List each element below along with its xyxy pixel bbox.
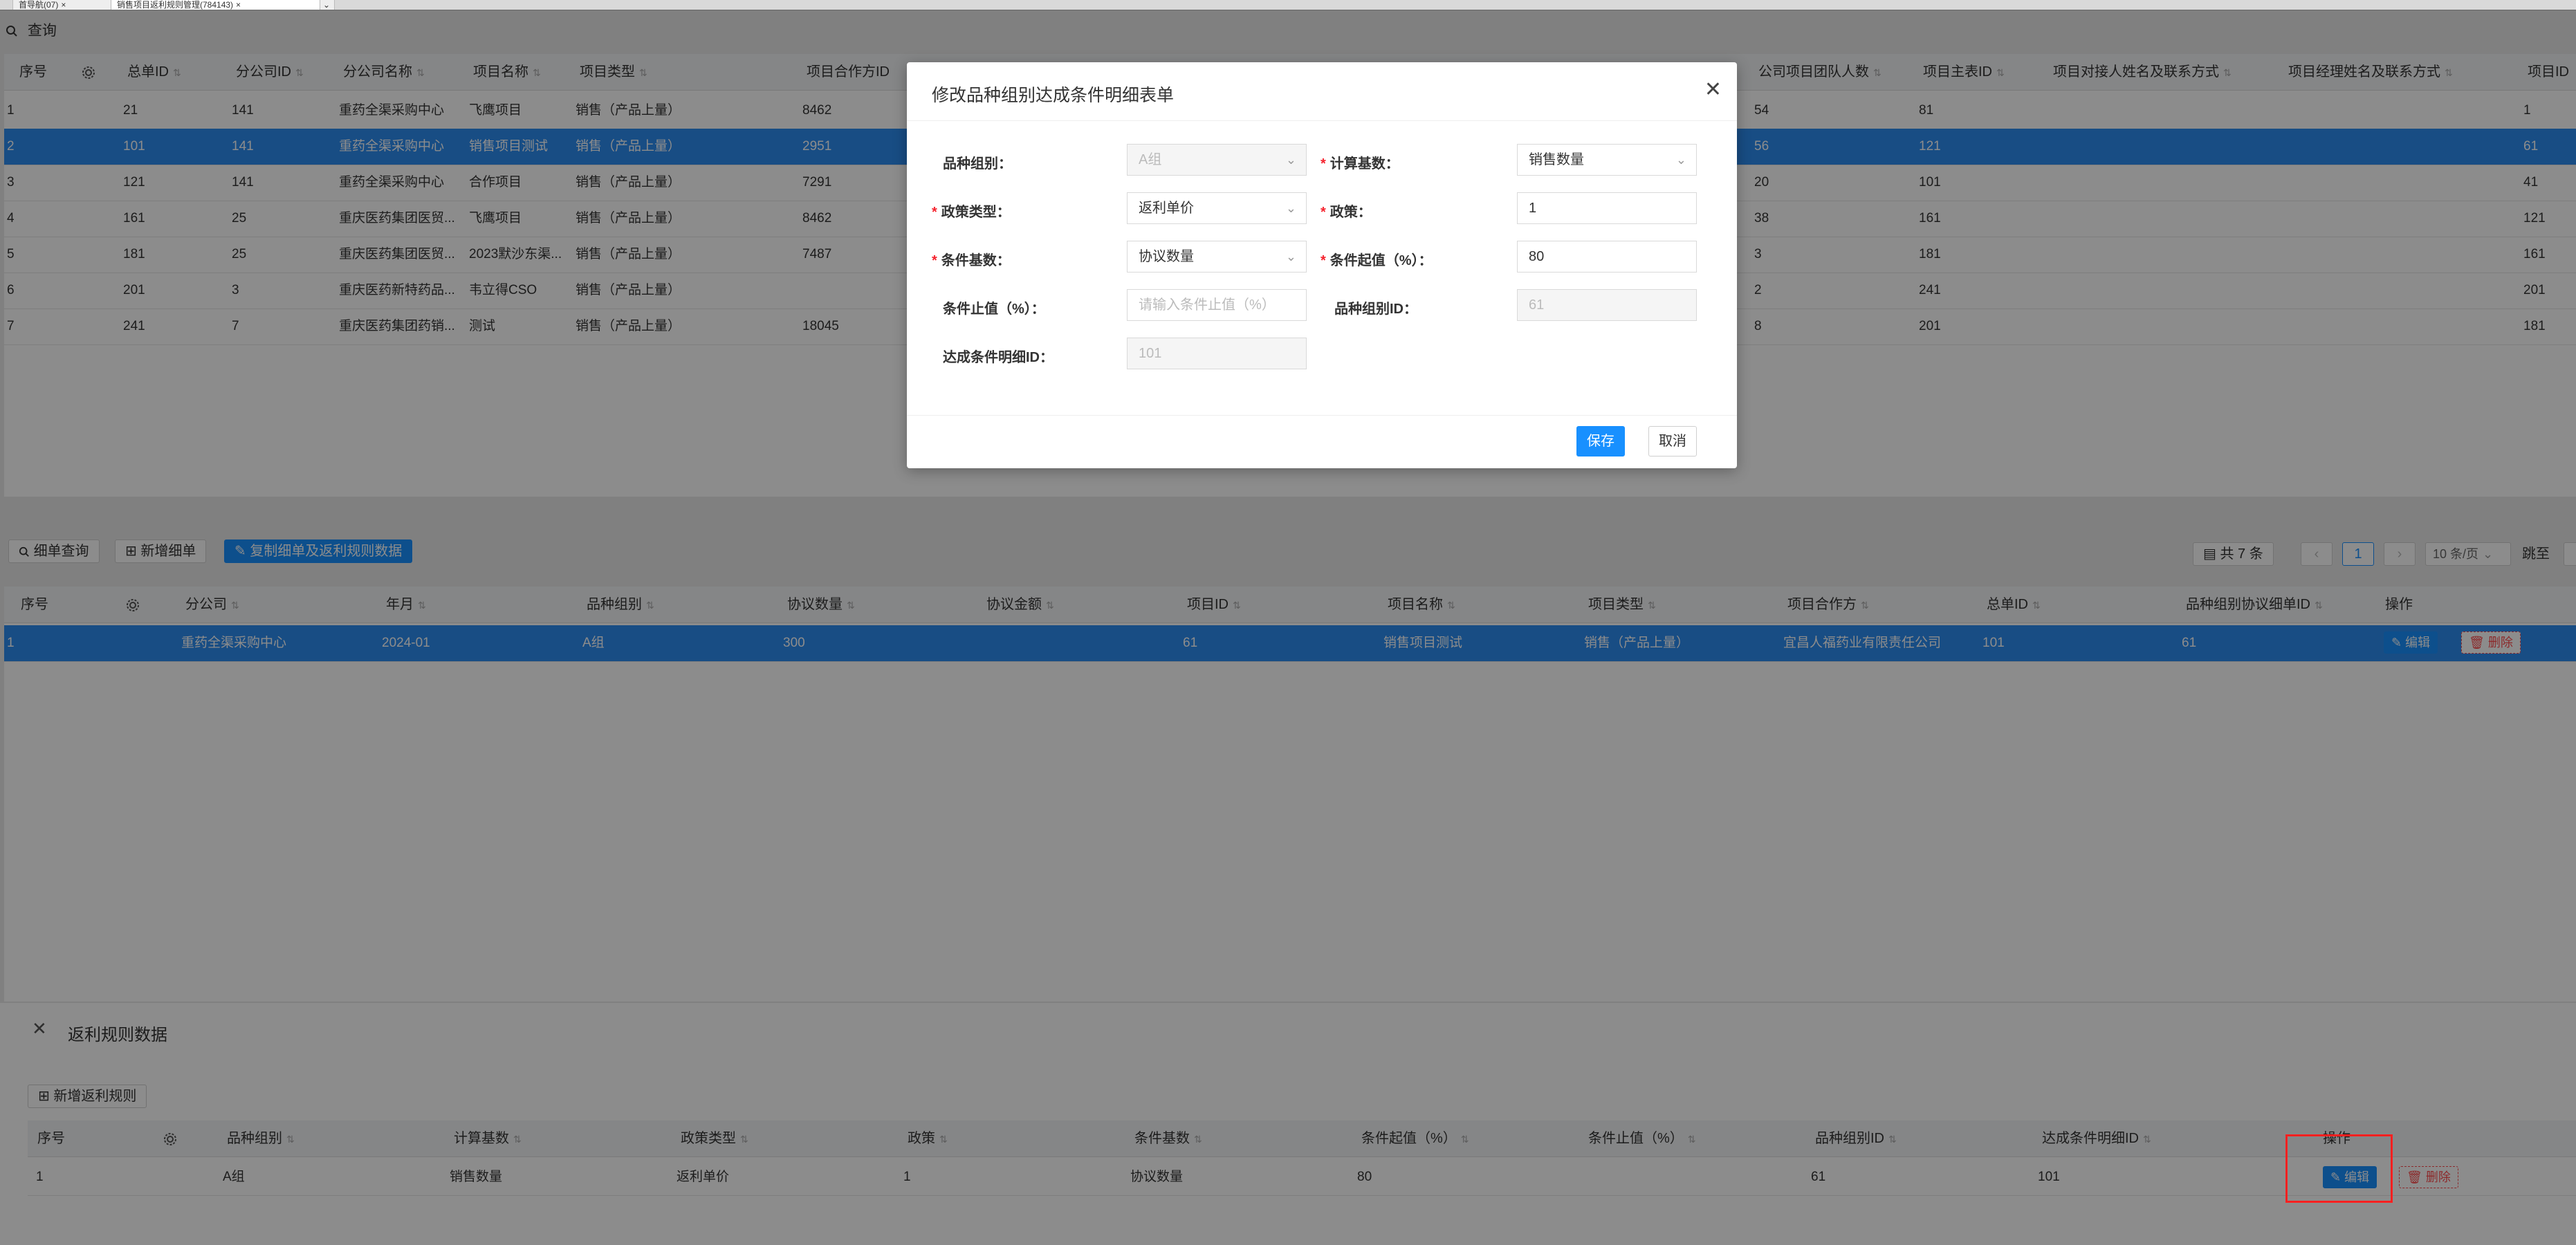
label-text: 政策： bbox=[1330, 205, 1372, 220]
tab-nav[interactable]: 首导航(07) × bbox=[12, 0, 115, 10]
cond-end-label: 条件止值（%）： bbox=[943, 302, 1045, 317]
group-id-input[interactable]: 61 bbox=[1517, 289, 1697, 321]
tab-close-icon[interactable]: × bbox=[236, 0, 241, 10]
cancel-button[interactable]: 取消 bbox=[1648, 426, 1697, 456]
policy-type-label: * 政策类型： bbox=[932, 205, 1011, 220]
divider bbox=[907, 415, 1737, 416]
placeholder-text: 请输入条件止值（%） bbox=[1139, 297, 1276, 313]
cond-base-select[interactable]: 协议数量 ⌄ bbox=[1127, 241, 1307, 273]
cond-start-input[interactable]: 80 bbox=[1517, 241, 1697, 273]
variety-group-label: 品种组别： bbox=[943, 156, 1012, 172]
tab-bar: 首导航(07) × 销售项目返利规则管理(784143) × ⌄ bbox=[0, 0, 2576, 10]
calc-base-label: * 计算基数： bbox=[1321, 156, 1399, 172]
edit-condition-modal: 修改品种组别达成条件明细表单 ✕ 品种组别： A组 ⌄ * 计算基数： 销售数量 ⌄ … bbox=[907, 62, 1737, 468]
chevron-down-icon: ⌄ bbox=[1285, 153, 1296, 167]
label-text: 条件基数： bbox=[941, 253, 1011, 268]
tab-label: 首导航(07) bbox=[19, 0, 59, 10]
group-id-label: 品种组别ID： bbox=[1334, 302, 1417, 317]
label-text: 计算基数： bbox=[1330, 156, 1399, 172]
highlight-box bbox=[2285, 1134, 2393, 1203]
chevron-down-icon: ⌄ bbox=[1285, 201, 1296, 215]
detail-id-input[interactable]: 101 bbox=[1127, 338, 1307, 369]
cond-end-input[interactable]: 请输入条件止值（%） bbox=[1127, 289, 1307, 321]
tab-close-icon[interactable]: × bbox=[61, 0, 66, 10]
variety-group-select[interactable]: A组 ⌄ bbox=[1127, 144, 1307, 176]
save-button[interactable]: 保存 bbox=[1576, 426, 1625, 456]
chevron-down-icon: ⌄ bbox=[1675, 153, 1686, 167]
modal-title: 修改品种组别达成条件明细表单 bbox=[932, 86, 1175, 105]
policy-label: * 政策： bbox=[1321, 205, 1372, 220]
cond-base-label: * 条件基数： bbox=[932, 253, 1011, 268]
divider bbox=[907, 120, 1737, 121]
label-text: 条件起值（%）： bbox=[1330, 253, 1433, 268]
policy-input[interactable]: 1 bbox=[1517, 192, 1697, 224]
tab-label: 销售项目返利规则管理(784143) bbox=[117, 0, 234, 10]
calc-base-select[interactable]: 销售数量 ⌄ bbox=[1517, 144, 1697, 176]
close-icon[interactable]: ✕ bbox=[1704, 77, 1722, 102]
cond-start-label: * 条件起值（%）： bbox=[1321, 253, 1433, 268]
select-value: 返利单价 bbox=[1139, 201, 1194, 216]
select-value: A组 bbox=[1139, 152, 1162, 167]
tab-more-icon[interactable]: ⌄ bbox=[320, 0, 335, 10]
policy-type-select[interactable]: 返利单价 ⌄ bbox=[1127, 192, 1307, 224]
select-value: 协议数量 bbox=[1139, 249, 1194, 264]
select-value: 销售数量 bbox=[1529, 152, 1584, 167]
label-text: 政策类型： bbox=[941, 205, 1011, 220]
detail-id-label: 达成条件明细ID： bbox=[943, 350, 1054, 365]
tab-rebate-rules[interactable]: 销售项目返利规则管理(784143) × bbox=[111, 0, 324, 10]
chevron-down-icon: ⌄ bbox=[1285, 250, 1296, 264]
